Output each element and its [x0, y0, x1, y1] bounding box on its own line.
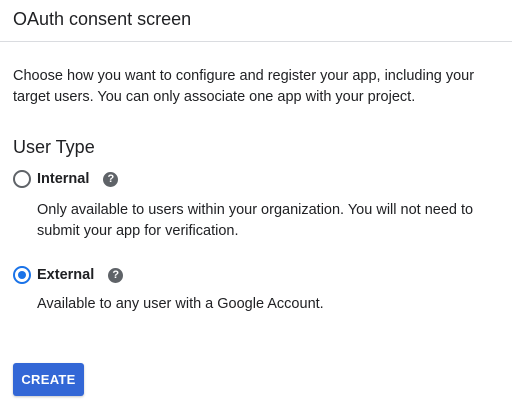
create-button[interactable]: CREATE [13, 363, 84, 396]
intro-text: Choose how you want to configure and reg… [13, 68, 475, 105]
help-circle-icon[interactable]: ? [108, 267, 124, 283]
user-type-option-external[interactable]: External ? [13, 265, 124, 285]
internal-radio[interactable] [13, 170, 31, 188]
internal-label[interactable]: Internal [37, 169, 89, 189]
header-bar: OAuth consent screen [0, 0, 512, 42]
external-radio[interactable] [13, 266, 31, 284]
oauth-consent-page: OAuth consent screen Choose how you want… [0, 0, 512, 420]
external-label[interactable]: External [37, 265, 94, 285]
page-title: OAuth consent screen [13, 9, 192, 29]
external-description: Available to any user with a Google Acco… [37, 296, 324, 312]
help-circle-icon[interactable]: ? [103, 171, 119, 187]
internal-description: Only available to users within your orga… [37, 202, 474, 239]
user-type-option-internal[interactable]: Internal ? [13, 169, 119, 189]
user-type-heading: User Type [13, 137, 95, 157]
